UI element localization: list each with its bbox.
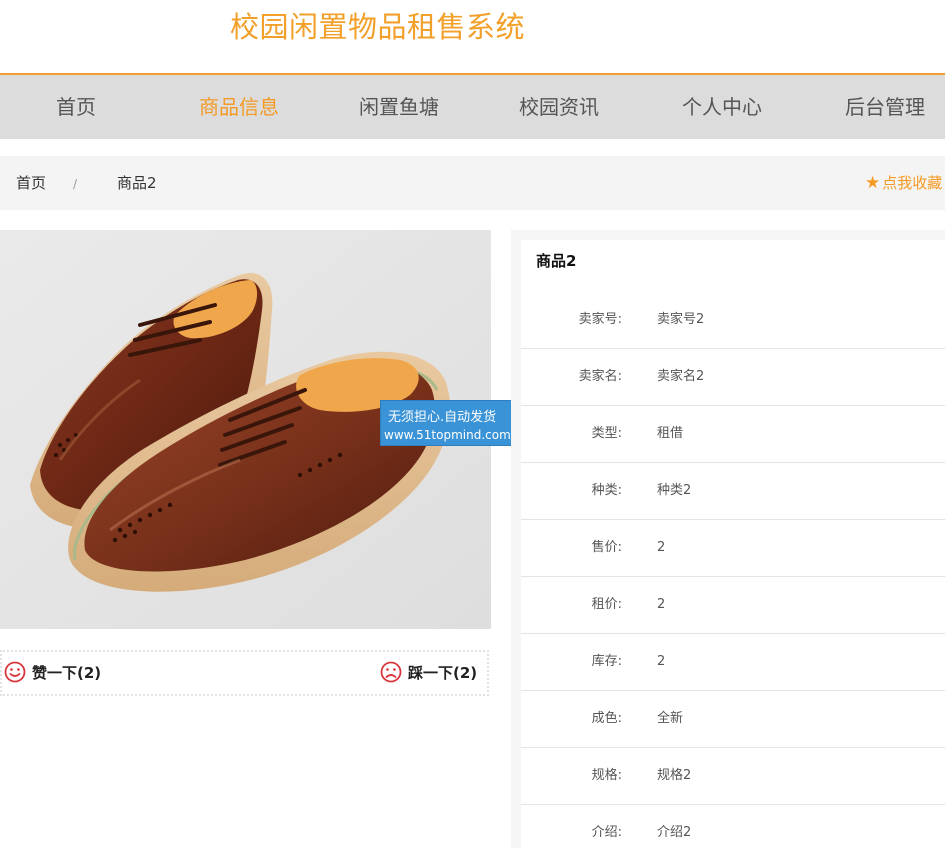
detail-row-spec: 规格: 规格2 xyxy=(521,748,945,805)
smile-icon xyxy=(4,661,26,682)
detail-row-seller-id: 卖家号: 卖家号2 xyxy=(521,292,945,349)
field-value: 全新 xyxy=(657,711,684,726)
field-value: 租借 xyxy=(657,426,684,441)
detail-row-condition: 成色: 全新 xyxy=(521,691,945,748)
field-value: 卖家名2 xyxy=(657,369,705,384)
breadcrumb: 首页 / 商品2 ★ 点我收藏 xyxy=(0,156,945,210)
field-label: 卖家名: xyxy=(578,369,622,384)
field-label: 介绍: xyxy=(591,825,622,840)
dislike-button[interactable]: 踩一下(2) xyxy=(380,652,477,694)
favorite-label: 点我收藏 xyxy=(882,174,943,192)
vote-row: 赞一下(2) 踩一下(2) xyxy=(0,650,489,696)
detail-row-type: 类型: 租借 xyxy=(521,406,945,463)
page: 校园闲置物品租售系统 首页 商品信息 闲置鱼塘 校园资讯 个人中心 后台管理 首… xyxy=(0,0,945,848)
field-label: 租价: xyxy=(591,597,622,612)
field-value: 2 xyxy=(657,540,666,555)
breadcrumb-current: 商品2 xyxy=(117,174,157,192)
detail-row-price: 售价: 2 xyxy=(521,520,945,577)
nav-item-pond[interactable]: 闲置鱼塘 xyxy=(359,75,439,139)
nav-item-admin[interactable]: 后台管理 xyxy=(845,75,925,139)
field-label: 卖家号: xyxy=(578,312,622,327)
main-nav: 首页 商品信息 闲置鱼塘 校园资讯 个人中心 后台管理 xyxy=(0,73,945,139)
field-value: 2 xyxy=(657,597,666,612)
watermark-text: 无须担心.自动发货 xyxy=(388,410,497,425)
field-label: 种类: xyxy=(591,483,622,498)
field-value: 种类2 xyxy=(657,483,692,498)
nav-item-news[interactable]: 校园资讯 xyxy=(519,75,599,139)
like-button[interactable]: 赞一下(2) xyxy=(4,652,101,694)
field-label: 规格: xyxy=(591,768,622,783)
detail-row-stock: 库存: 2 xyxy=(521,634,945,691)
detail-fields: 卖家号: 卖家号2 卖家名: 卖家名2 类型: 租借 种类: 种类2 售价: 2… xyxy=(521,292,945,848)
field-label: 类型: xyxy=(591,426,622,441)
detail-row-seller-name: 卖家名: 卖家名2 xyxy=(521,349,945,406)
favorite-button[interactable]: ★ 点我收藏 xyxy=(865,156,942,210)
product-detail-card: 商品2 卖家号: 卖家号2 卖家名: 卖家名2 类型: 租借 种类: 种类2 售… xyxy=(521,240,945,848)
product-detail-panel: 商品2 卖家号: 卖家号2 卖家名: 卖家名2 类型: 租借 种类: 种类2 售… xyxy=(511,230,945,848)
detail-row-rent-price: 租价: 2 xyxy=(521,577,945,634)
like-label: 赞一下(2) xyxy=(32,664,102,682)
field-label: 成色: xyxy=(591,711,622,726)
detail-row-description: 介绍: 介绍2 xyxy=(521,805,945,848)
nav-item-home[interactable]: 首页 xyxy=(56,75,96,139)
star-icon: ★ xyxy=(865,173,881,193)
watermark-url: www.51topmind.com xyxy=(384,428,511,442)
nav-item-products[interactable]: 商品信息 xyxy=(199,75,279,139)
field-label: 售价: xyxy=(591,540,622,555)
frown-icon xyxy=(380,661,402,682)
field-value: 2 xyxy=(657,654,666,669)
breadcrumb-separator: / xyxy=(73,177,78,191)
breadcrumb-home[interactable]: 首页 xyxy=(16,156,46,210)
field-value: 卖家号2 xyxy=(657,312,705,327)
field-value: 介绍2 xyxy=(657,825,692,840)
field-label: 库存: xyxy=(591,654,622,669)
detail-row-category: 种类: 种类2 xyxy=(521,463,945,520)
nav-item-profile[interactable]: 个人中心 xyxy=(682,75,762,139)
site-title: 校园闲置物品租售系统 xyxy=(230,10,526,44)
dislike-label: 踩一下(2) xyxy=(408,664,478,682)
product-title: 商品2 xyxy=(536,252,577,270)
field-value: 规格2 xyxy=(657,768,692,783)
